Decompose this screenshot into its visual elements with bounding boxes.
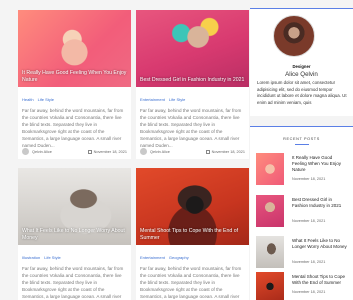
recent-post-item[interactable]: It Really Have Good Feeling When You Enj…	[256, 153, 348, 185]
post-excerpt: Far far away, behind the word mountains,…	[22, 266, 124, 300]
author-bio: Lorem ipsum dolor sit amet, consectetur …	[257, 80, 347, 105]
post-tags: Entertainment Geography	[136, 245, 249, 260]
post-image[interactable]: What It Feels Like to No Longer Worry Ab…	[18, 168, 131, 245]
tag-link[interactable]: Geography	[169, 255, 189, 260]
post-card[interactable]: Best Dressed Girl in Fashion Industry in…	[136, 10, 249, 159]
recent-post-title[interactable]: What It Feels Like to No Longer Worry Ab…	[292, 238, 348, 250]
tag-link[interactable]: Health	[22, 97, 34, 102]
post-title[interactable]: Mental Shoot Tips to Cope With the End o…	[140, 228, 245, 242]
recent-post-item[interactable]: Mental Shoot Tips to Cope With the End o…	[256, 272, 348, 300]
author-avatar[interactable]	[140, 148, 147, 155]
post-tags: Illustration Life Style	[18, 245, 131, 260]
recent-post-title[interactable]: Best Dressed Girl in Fashion Industry in…	[292, 197, 348, 209]
post-excerpt: Far far away, behind the word mountains,…	[140, 266, 242, 300]
author-avatar	[273, 15, 315, 57]
author-role: Designer	[292, 64, 311, 69]
recent-post-item[interactable]: What It Feels Like to No Longer Worry Ab…	[256, 236, 348, 268]
post-image[interactable]: It Really Have Good Feeling When You Enj…	[18, 10, 131, 87]
calendar-icon	[87, 149, 92, 154]
tag-link[interactable]: Entertainment	[140, 97, 165, 102]
recent-post-title[interactable]: It Really Have Good Feeling When You Enj…	[292, 155, 348, 173]
title-underline	[295, 144, 309, 145]
post-author[interactable]: Qelvin Alice	[32, 150, 88, 154]
author-name: Alice Qelvin	[285, 71, 318, 78]
recent-post-item[interactable]: Best Dressed Girl in Fashion Industry in…	[256, 195, 348, 227]
post-author[interactable]: Qelvin Alice	[150, 150, 206, 154]
post-date: November 18, 2021	[211, 149, 245, 154]
post-image[interactable]: Best Dressed Girl in Fashion Industry in…	[136, 10, 249, 87]
recent-post-date: November 18, 2021	[292, 290, 326, 294]
post-title[interactable]: What It Feels Like to No Longer Worry Ab…	[22, 228, 127, 242]
post-title[interactable]: It Really Have Good Feeling When You Enj…	[22, 70, 127, 84]
tag-link[interactable]: Life Style	[169, 97, 185, 102]
post-meta: Qelvin Alice November 18, 2021	[140, 148, 245, 155]
post-card[interactable]: Mental Shoot Tips to Cope With the End o…	[136, 168, 249, 300]
post-card[interactable]: What It Feels Like to No Longer Worry Ab…	[18, 168, 131, 300]
tag-link[interactable]: Entertainment	[140, 255, 165, 260]
recent-post-date: November 18, 2021	[292, 219, 326, 223]
widget-title: RECENT POSTS	[283, 137, 320, 141]
recent-post-thumbnail[interactable]	[256, 236, 284, 268]
tag-link[interactable]: Life Style	[44, 255, 60, 260]
post-meta: Qelvin Alice November 18, 2021	[22, 148, 127, 155]
tag-link[interactable]: Illustration	[22, 255, 40, 260]
recent-post-date: November 18, 2021	[292, 177, 326, 181]
recent-post-thumbnail[interactable]	[256, 153, 284, 185]
post-title[interactable]: Best Dressed Girl in Fashion Industry in…	[140, 77, 245, 84]
post-card[interactable]: It Really Have Good Feeling When You Enj…	[18, 10, 131, 159]
post-tags: Entertainment Life Style	[136, 87, 249, 102]
post-date: November 18, 2021	[93, 149, 127, 154]
recent-post-title[interactable]: Mental Shoot Tips to Cope With the End o…	[292, 274, 348, 286]
post-image[interactable]: Mental Shoot Tips to Cope With the End o…	[136, 168, 249, 245]
post-tags: Health Life Style	[18, 87, 131, 102]
recent-post-thumbnail[interactable]	[256, 195, 284, 227]
author-avatar[interactable]	[22, 148, 29, 155]
tag-link[interactable]: Life Style	[38, 97, 54, 102]
calendar-icon	[205, 149, 210, 154]
recent-post-thumbnail[interactable]	[256, 272, 284, 300]
recent-post-date: November 18, 2021	[292, 260, 326, 264]
